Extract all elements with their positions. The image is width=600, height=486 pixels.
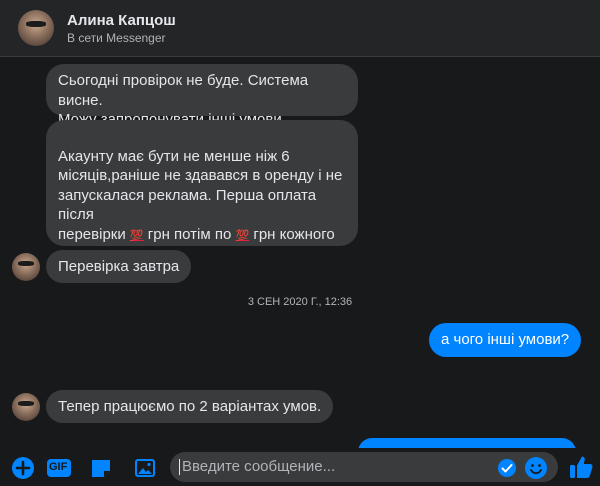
message-bubble[interactable]: Тепер працюємо по 2 варіантах умов.: [46, 390, 334, 423]
sender-avatar[interactable]: [12, 393, 40, 421]
sticker-icon[interactable]: [89, 456, 113, 480]
message-bubble[interactable]: Акаунту має бути не менше ніж 6 місяців,…: [46, 120, 358, 284]
emoji-icon[interactable]: [524, 456, 548, 480]
message-bubble[interactable]: Перевірка завтра: [46, 250, 192, 283]
message-text: грн потім по: [143, 225, 236, 243]
contact-name[interactable]: Алина Капцош: [67, 12, 176, 29]
message-bubble-own[interactable]: а чого інші умови?: [429, 323, 582, 357]
thumbs-up-icon[interactable]: [567, 453, 595, 481]
hundred-points-icon: 💯: [235, 229, 250, 242]
plus-circle-icon[interactable]: [11, 456, 35, 480]
send-check-icon[interactable]: [497, 458, 517, 478]
contact-avatar[interactable]: [18, 10, 54, 46]
hundred-points-icon: 💯: [129, 229, 144, 242]
contact-status: В сети Messenger: [67, 31, 166, 45]
message-bubble[interactable]: Сьогодні провірок не буде. Система висне…: [46, 64, 358, 128]
gif-button[interactable]: GIF: [46, 456, 72, 480]
image-icon[interactable]: [133, 456, 157, 480]
sender-avatar[interactable]: [12, 253, 40, 281]
message-composer: GIF Введите сообщение...: [0, 448, 600, 486]
message-timestamp: 3 СЕН 2020 Г., 12:36: [247, 296, 353, 308]
gif-icon: GIF: [49, 461, 68, 473]
conversation-header: Алина Капцош В сети Messenger: [0, 0, 600, 57]
